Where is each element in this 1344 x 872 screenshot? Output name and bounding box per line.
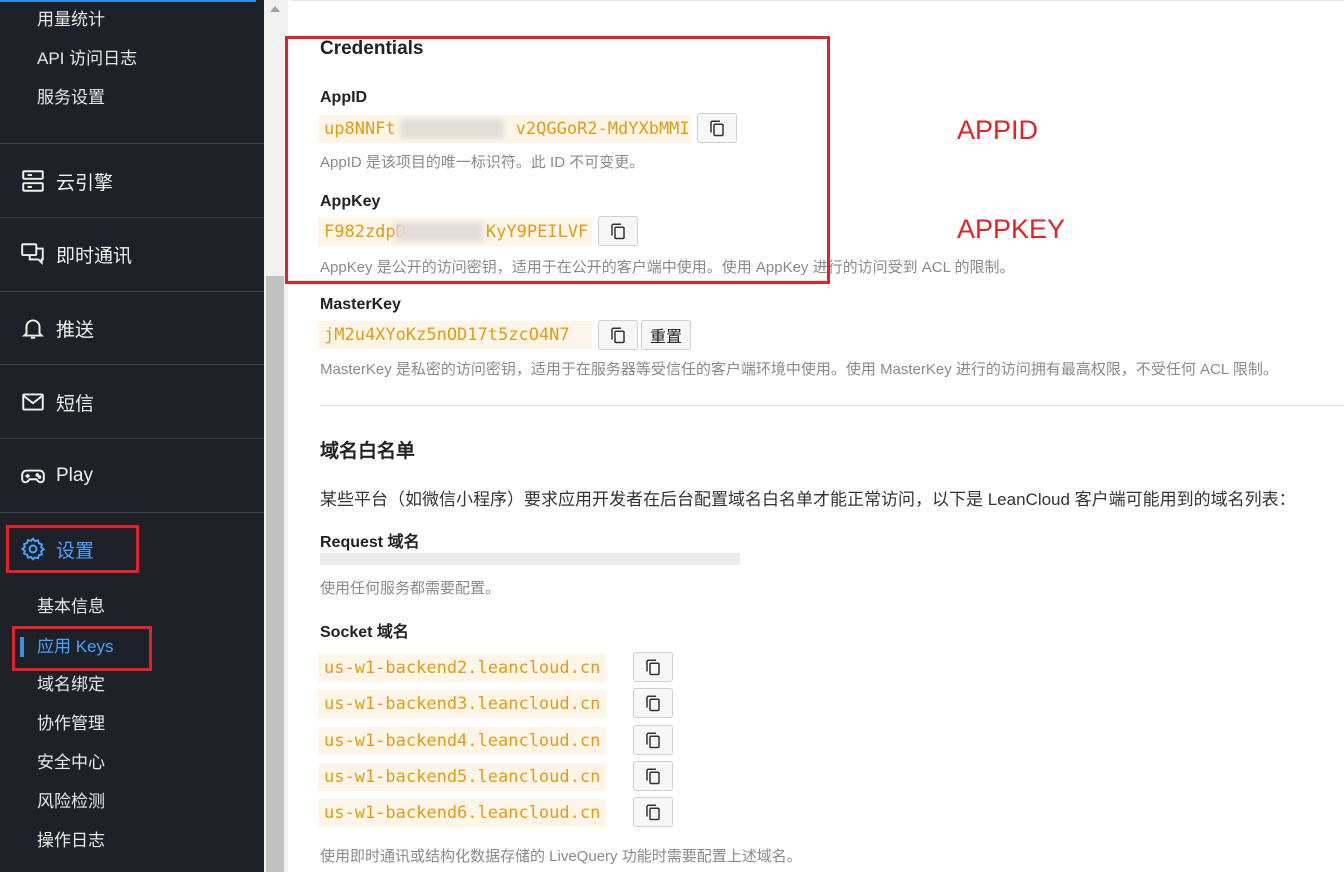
copy-socket-domain-button[interactable] [633, 688, 673, 718]
masterkey-help: MasterKey 是私密的访问密钥，适用于在服务器等受信任的客户端环境中使用。… [320, 361, 1278, 378]
content-top-border [292, 0, 1344, 1]
bell-icon [21, 319, 45, 339]
copy-icon [646, 768, 660, 785]
sidebar-nav-cloud-engine[interactable]: 云引擎 [20, 166, 113, 196]
socket-domain-value[interactable]: us-w1-backend4.leancloud.cn [318, 727, 607, 755]
socket-domain-value[interactable]: us-w1-backend6.leancloud.cn [318, 799, 607, 827]
copy-icon [646, 659, 660, 676]
sidebar-nav-label: 即时通讯 [56, 245, 133, 267]
socket-domain-help: 使用即时通讯或结构化数据存储的 LiveQuery 功能时需要配置上述域名。 [320, 848, 802, 865]
socket-domain-value[interactable]: us-w1-backend5.leancloud.cn [318, 763, 607, 791]
masterkey-value[interactable]: jM2u4XYoKz5nOD17t5zcO4N7 [318, 321, 592, 349]
sidebar-nav-label: 推送 [56, 319, 95, 341]
sidebar: 用量统计 API 访问日志 服务设置 云引擎 即时通讯 推送 短信 Play 设… [0, 0, 264, 872]
sidebar-nav-label: Play [56, 465, 93, 486]
sidebar-item-usage-stats[interactable]: 用量统计 [37, 9, 105, 31]
whitelist-title: 域名白名单 [320, 441, 416, 462]
copy-socket-domain-button[interactable] [633, 761, 673, 791]
sidebar-nav-label: 短信 [56, 393, 95, 415]
masterkey-label: MasterKey [320, 296, 401, 313]
sidebar-nav-push[interactable]: 推送 [20, 313, 94, 343]
sidebar-divider [0, 364, 264, 365]
sidebar-item-api-logs[interactable]: API 访问日志 [37, 48, 137, 70]
sidebar-item-operation-logs[interactable]: 操作日志 [37, 830, 105, 852]
sidebar-nav-label: 云引擎 [56, 172, 114, 194]
appid-annotation: APPID [957, 115, 1039, 145]
scroll-up-arrow-icon[interactable] [270, 6, 280, 12]
sidebar-nav-play[interactable]: Play [20, 461, 93, 491]
sidebar-divider [0, 512, 264, 513]
credentials-highlight-box [285, 36, 830, 284]
scrollbar-thumb[interactable] [266, 276, 284, 872]
reset-masterkey-button[interactable]: 重置 [641, 320, 692, 350]
sidebar-nav-sms[interactable]: 短信 [20, 387, 94, 417]
app-keys-highlight-box [12, 626, 152, 671]
socket-domain-value[interactable]: us-w1-backend2.leancloud.cn [318, 654, 607, 682]
copy-icon [646, 695, 660, 712]
sidebar-item-collaboration[interactable]: 协作管理 [37, 713, 105, 735]
sidebar-item-risk-detection[interactable]: 风险检测 [37, 791, 105, 813]
appkey-annotation: APPKEY [957, 214, 1066, 244]
copy-icon [646, 732, 660, 749]
sidebar-item-security-center[interactable]: 安全中心 [37, 752, 105, 774]
request-domain-list-empty [320, 553, 740, 565]
section-divider [320, 405, 1344, 406]
copy-masterkey-button[interactable] [598, 320, 638, 350]
copy-socket-domain-button[interactable] [633, 797, 673, 827]
copy-icon [646, 804, 660, 821]
settings-highlight-box [6, 525, 139, 573]
chat-icon [21, 243, 44, 266]
copy-socket-domain-button[interactable] [633, 652, 673, 682]
sidebar-item-domain-binding[interactable]: 域名绑定 [37, 674, 105, 696]
socket-domain-value[interactable]: us-w1-backend3.leancloud.cn [318, 690, 607, 718]
sidebar-item-basic-info[interactable]: 基本信息 [37, 596, 105, 618]
sidebar-divider [0, 291, 264, 292]
whitelist-description: 某些平台（如微信小程序）要求应用开发者在后台配置域名白名单才能正常访问，以下是 … [320, 490, 1296, 509]
sidebar-divider [0, 217, 264, 218]
sidebar-top-indicator [0, 0, 256, 2]
server-icon [22, 170, 44, 192]
mail-icon [22, 393, 44, 411]
gamepad-icon [21, 469, 45, 484]
copy-icon [611, 327, 625, 344]
request-domain-help: 使用任何服务都需要配置。 [320, 580, 501, 597]
sidebar-nav-im[interactable]: 即时通讯 [20, 239, 132, 269]
sidebar-divider [0, 438, 264, 439]
sidebar-divider [0, 143, 264, 144]
sidebar-item-service-settings[interactable]: 服务设置 [37, 87, 105, 109]
request-domain-label: Request 域名 [320, 534, 420, 551]
socket-domain-label: Socket 域名 [320, 624, 409, 641]
copy-socket-domain-button[interactable] [633, 725, 673, 755]
